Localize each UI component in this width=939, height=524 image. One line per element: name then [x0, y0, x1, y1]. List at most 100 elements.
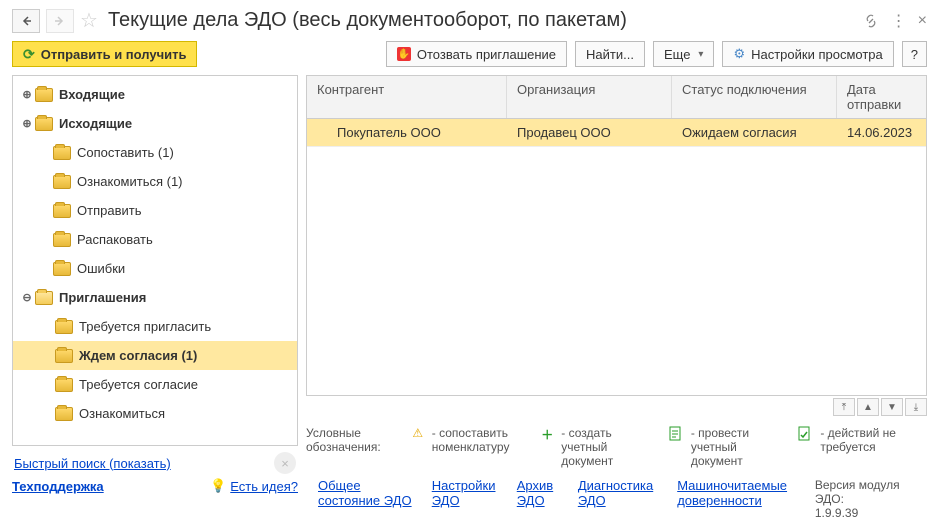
link-icon[interactable] — [863, 13, 879, 29]
revoke-invite-label: Отозвать приглашение — [417, 47, 556, 62]
folder-icon — [55, 320, 73, 334]
th-conn-status[interactable]: Статус подключения — [672, 76, 837, 118]
document-icon — [669, 426, 685, 442]
folder-icon — [55, 407, 73, 421]
close-icon[interactable]: × — [918, 12, 927, 30]
nav-up-button[interactable]: ▲ — [857, 398, 879, 416]
chevron-down-icon: ▾ — [698, 49, 703, 60]
th-organization[interactable]: Организация — [507, 76, 672, 118]
table-row[interactable]: Покупатель ООО Продавец ООО Ожидаем согл… — [307, 119, 926, 147]
tree-label: Ошибки — [77, 261, 125, 276]
more-button[interactable]: Еще ▾ — [653, 41, 714, 67]
tree-label: Сопоставить (1) — [77, 145, 174, 160]
folder-open-icon — [35, 291, 53, 305]
archive-link[interactable]: Архив ЭДО — [517, 478, 560, 520]
folder-icon — [53, 204, 71, 218]
tree-item-unpack[interactable]: Распаковать — [13, 225, 297, 254]
mcd-link[interactable]: Машиночитаемые доверенности — [677, 478, 797, 520]
find-button[interactable]: Найти... — [575, 41, 645, 67]
tree-label: Входящие — [59, 87, 125, 102]
tree-item-outbox[interactable]: ⊕ Исходящие — [13, 109, 297, 138]
td-send-date: 14.06.2023 — [837, 119, 926, 146]
settings-link[interactable]: Настройки ЭДО — [432, 478, 499, 520]
page-title: Текущие дела ЭДО (весь документооборот, … — [104, 9, 857, 32]
support-link[interactable]: Техподдержка — [12, 479, 104, 494]
legend-post: - провести учетный документ — [691, 426, 781, 468]
bulb-icon: 💡 — [210, 478, 226, 494]
th-send-date[interactable]: Дата отправки — [837, 76, 926, 118]
tree-item-review[interactable]: Ознакомиться (1) — [13, 167, 297, 196]
tree-label: Требуется согласие — [79, 377, 198, 392]
star-icon[interactable]: ☆ — [80, 8, 98, 33]
send-receive-button[interactable]: ⟳ Отправить и получить — [12, 41, 197, 67]
folder-icon — [53, 233, 71, 247]
overall-link[interactable]: Общее состояние ЭДО — [318, 478, 414, 520]
stop-icon: ✋ — [397, 47, 411, 61]
document-check-icon — [798, 426, 814, 442]
nav-down-button[interactable]: ▼ — [881, 398, 903, 416]
tree-item-send[interactable]: Отправить — [13, 196, 297, 225]
tree-item-inbox[interactable]: ⊕ Входящие — [13, 80, 297, 109]
th-counterparty[interactable]: Контрагент — [307, 76, 507, 118]
warning-icon: ⚠ — [410, 426, 426, 440]
send-receive-label: Отправить и получить — [41, 47, 187, 62]
refresh-icon: ⟳ — [23, 46, 35, 63]
tree-item-invites[interactable]: ⊖ Приглашения — [13, 283, 297, 312]
td-conn-status: Ожидаем согласия — [672, 119, 837, 146]
clear-icon[interactable]: × — [274, 452, 296, 474]
folder-icon — [35, 117, 53, 131]
more-label: Еще — [664, 47, 690, 62]
find-label: Найти... — [586, 47, 634, 62]
view-settings-label: Настройки просмотра — [751, 47, 883, 62]
help-button[interactable]: ? — [902, 41, 927, 67]
tree-item-need-agree[interactable]: Требуется согласие — [13, 370, 297, 399]
folder-icon — [53, 262, 71, 276]
version-value: 1.9.9.39 — [815, 506, 927, 520]
folder-icon — [53, 146, 71, 160]
plus-icon: ＋ — [539, 426, 555, 443]
tree-item-need-invite[interactable]: Требуется пригласить — [13, 312, 297, 341]
help-label: ? — [911, 47, 918, 62]
tree-label: Приглашения — [59, 290, 146, 305]
nav-first-button[interactable]: ⤒ — [833, 398, 855, 416]
tree-item-review2[interactable]: Ознакомиться — [13, 399, 297, 428]
table-nav-strip: ⤒ ▲ ▼ ⤓ — [306, 396, 927, 418]
nav-forward-button[interactable] — [46, 9, 74, 33]
legend-match: - сопоставить номенклатуру — [432, 426, 522, 454]
diag-link[interactable]: Диагностика ЭДО — [578, 478, 659, 520]
legend-none: - действий не требуется — [820, 426, 927, 454]
td-counterparty: Покупатель ООО — [307, 119, 507, 146]
folder-tree: ⊕ Входящие ⊕ Исходящие Сопоставить (1) — [12, 75, 298, 446]
tree-label: Ознакомиться (1) — [77, 174, 183, 189]
collapse-icon[interactable]: ⊖ — [19, 290, 35, 306]
quick-search-link[interactable]: Быстрый поиск (показать) — [14, 456, 171, 471]
tree-label: Ознакомиться — [79, 406, 165, 421]
revoke-invite-button[interactable]: ✋ Отозвать приглашение — [386, 41, 567, 67]
version-label: Версия модуля ЭДО: — [815, 478, 927, 506]
nav-back-button[interactable] — [12, 9, 40, 33]
expand-icon[interactable]: ⊕ — [19, 116, 35, 132]
kebab-icon[interactable]: ⋮ — [891, 11, 906, 31]
tree-label: Требуется пригласить — [79, 319, 211, 334]
tree-label: Исходящие — [59, 116, 132, 131]
gear-icon: ⚙ — [733, 46, 745, 62]
view-settings-button[interactable]: ⚙ Настройки просмотра — [722, 41, 893, 67]
folder-icon — [53, 175, 71, 189]
nav-last-button[interactable]: ⤓ — [905, 398, 927, 416]
td-organization: Продавец ООО — [507, 119, 672, 146]
folder-icon — [55, 378, 73, 392]
tree-item-match[interactable]: Сопоставить (1) — [13, 138, 297, 167]
expand-icon[interactable]: ⊕ — [19, 87, 35, 103]
legend-create: - создать учетный документ — [561, 426, 651, 468]
tree-item-wait-agree[interactable]: Ждем согласия (1) — [13, 341, 297, 370]
data-table: Контрагент Организация Статус подключени… — [306, 75, 927, 396]
legend-label: Условные обозначения: — [306, 426, 392, 454]
tree-label: Ждем согласия (1) — [79, 348, 197, 363]
table-header: Контрагент Организация Статус подключени… — [307, 76, 926, 119]
folder-icon — [55, 349, 73, 363]
folder-icon — [35, 88, 53, 102]
tree-item-errors[interactable]: Ошибки — [13, 254, 297, 283]
tree-label: Отправить — [77, 203, 141, 218]
tree-label: Распаковать — [77, 232, 153, 247]
idea-link[interactable]: Есть идея? — [230, 479, 298, 494]
